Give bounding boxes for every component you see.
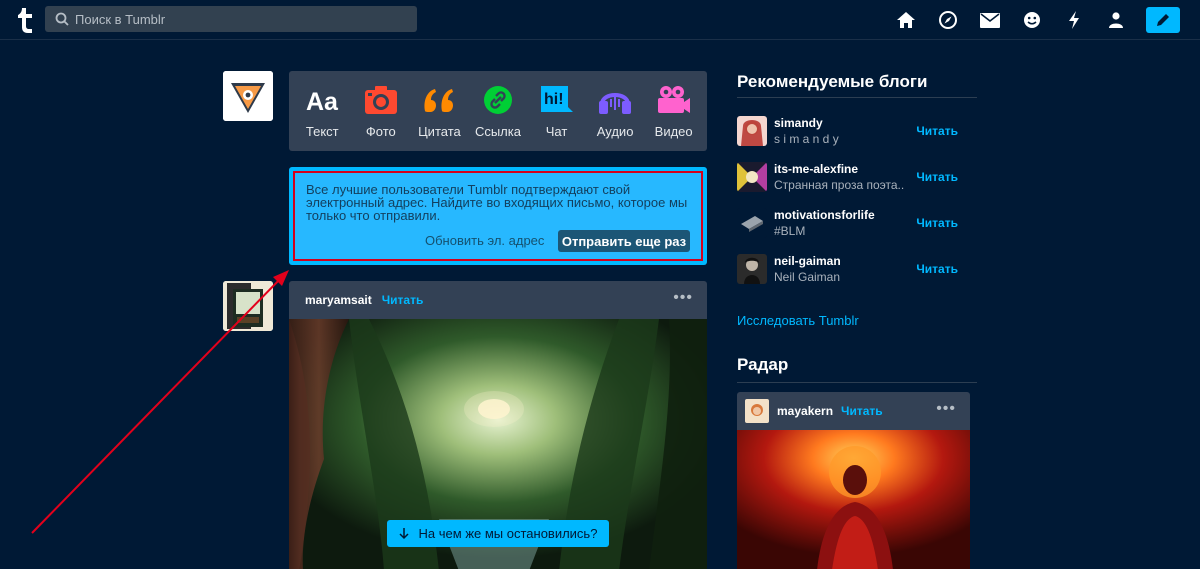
recommended-blogs-sidebar: Рекомендуемые блоги xyxy=(737,60,977,98)
search-icon xyxy=(55,12,69,26)
post-type-label: Аудио xyxy=(596,124,634,139)
text-icon: Aa xyxy=(305,81,339,119)
post-type-label: Видео xyxy=(654,124,693,139)
user-avatar[interactable] xyxy=(223,71,273,121)
top-navigation-bar: Поиск в Tumblr xyxy=(0,0,1200,40)
explore-icon[interactable] xyxy=(930,6,966,34)
radar-post-image[interactable] xyxy=(737,430,970,569)
lightning-icon[interactable] xyxy=(1056,6,1092,34)
blog-avatar[interactable] xyxy=(737,162,767,192)
more-options-icon[interactable]: ••• xyxy=(936,400,956,418)
post-type-video[interactable]: Видео xyxy=(646,81,702,141)
compose-icon xyxy=(1157,14,1169,26)
radar-post: mayakern Читать ••• xyxy=(737,392,970,569)
post-type-chat[interactable]: hi! Чат xyxy=(529,81,585,141)
post-type-photo[interactable]: Фото xyxy=(353,81,409,141)
post-type-label: Фото xyxy=(365,124,396,139)
post-header: maryamsait Читать ••• xyxy=(289,281,707,319)
post-type-text[interactable]: Aa Текст xyxy=(294,81,350,141)
blog-subtitle: Странная проза поэта... xyxy=(774,178,904,192)
follow-button[interactable]: Читать xyxy=(382,293,424,307)
resume-reading-button[interactable]: На чем же мы остановились? xyxy=(387,520,609,547)
follow-button[interactable]: Читать xyxy=(916,170,958,184)
blog-subtitle: Neil Gaiman xyxy=(774,270,841,284)
radar-author-avatar[interactable] xyxy=(745,399,769,423)
blog-name[interactable]: simandy xyxy=(774,116,823,130)
chat-icon-text: hi! xyxy=(544,91,564,108)
tumblr-logo-icon[interactable] xyxy=(14,6,36,34)
update-email-link[interactable]: Обновить эл. адрес xyxy=(425,233,544,248)
emoji-icon[interactable] xyxy=(1014,6,1050,34)
blog-name[interactable]: its-me-alexfine xyxy=(774,162,858,176)
blog-subtitle: #BLM xyxy=(774,224,806,238)
post-type-label: Цитата xyxy=(418,124,461,139)
explore-tumblr-link[interactable]: Исследовать Tumblr xyxy=(737,313,859,328)
radar-post-header: mayakern Читать ••• xyxy=(737,392,970,430)
blog-name[interactable]: neil-gaiman xyxy=(774,254,841,268)
post-type-label: Текст xyxy=(305,124,339,139)
blog-avatar[interactable] xyxy=(737,208,767,238)
svg-text:Aa: Aa xyxy=(306,88,339,114)
post-type-audio[interactable]: Аудио xyxy=(587,81,643,141)
recommended-blog-item[interactable]: simandy s i m a n d y Читать xyxy=(737,112,977,152)
recommended-blog-item[interactable]: its-me-alexfine Странная проза поэта... … xyxy=(737,158,977,198)
more-options-icon[interactable]: ••• xyxy=(673,289,693,307)
video-camera-icon xyxy=(657,81,691,119)
blog-subtitle: s i m a n d y xyxy=(774,132,839,146)
home-icon[interactable] xyxy=(888,6,924,34)
post-author-avatar[interactable] xyxy=(223,281,273,331)
blog-name[interactable]: motivationsforlife xyxy=(774,208,875,222)
sidebar-title: Рекомендуемые блоги xyxy=(737,60,977,98)
post-type-link[interactable]: Ссылка xyxy=(470,81,526,141)
compose-button[interactable] xyxy=(1146,7,1180,33)
follow-button[interactable]: Читать xyxy=(916,216,958,230)
post-type-label: Ссылка xyxy=(474,124,521,139)
nav-icons xyxy=(888,6,1180,34)
quote-icon xyxy=(423,81,455,119)
mail-icon[interactable] xyxy=(972,6,1008,34)
headphones-icon xyxy=(599,81,632,119)
search-bar[interactable]: Поиск в Tumblr xyxy=(45,6,417,32)
radar-title: Радар xyxy=(737,355,977,383)
arrow-down-icon xyxy=(399,527,409,539)
search-input[interactable]: Поиск в Tumblr xyxy=(75,12,165,27)
blog-avatar[interactable] xyxy=(737,116,767,146)
camera-icon xyxy=(364,81,397,119)
user-icon[interactable] xyxy=(1098,6,1134,34)
radar-username[interactable]: mayakern xyxy=(777,404,833,418)
chat-icon: hi! xyxy=(540,81,574,119)
blog-avatar[interactable] xyxy=(737,254,767,284)
follow-button[interactable]: Читать xyxy=(916,124,958,138)
post-type-quote[interactable]: Цитата xyxy=(411,81,467,141)
recommended-blog-item[interactable]: neil-gaiman Neil Gaiman Читать xyxy=(737,250,977,290)
post-type-label: Чат xyxy=(545,124,568,139)
post-type-selector: Aa Текст Фото Цитата Ссылка hi! Чат Ауди… xyxy=(289,71,707,151)
notice-text: Все лучшие пользователи Tumblr подтвержд… xyxy=(306,182,688,223)
highlight-frame: Все лучшие пользователи Tumblr подтвержд… xyxy=(293,171,703,261)
follow-button[interactable]: Читать xyxy=(841,404,883,418)
link-icon xyxy=(483,81,513,119)
recommended-blog-item[interactable]: motivationsforlife #BLM Читать xyxy=(737,204,977,244)
resume-label: На чем же мы остановились? xyxy=(418,526,598,541)
resend-email-button[interactable]: Отправить еще раз xyxy=(558,230,690,252)
email-verification-notice: Все лучшие пользователи Tumblr подтвержд… xyxy=(289,167,707,265)
follow-button[interactable]: Читать xyxy=(916,262,958,276)
post-username[interactable]: maryamsait xyxy=(305,293,372,307)
